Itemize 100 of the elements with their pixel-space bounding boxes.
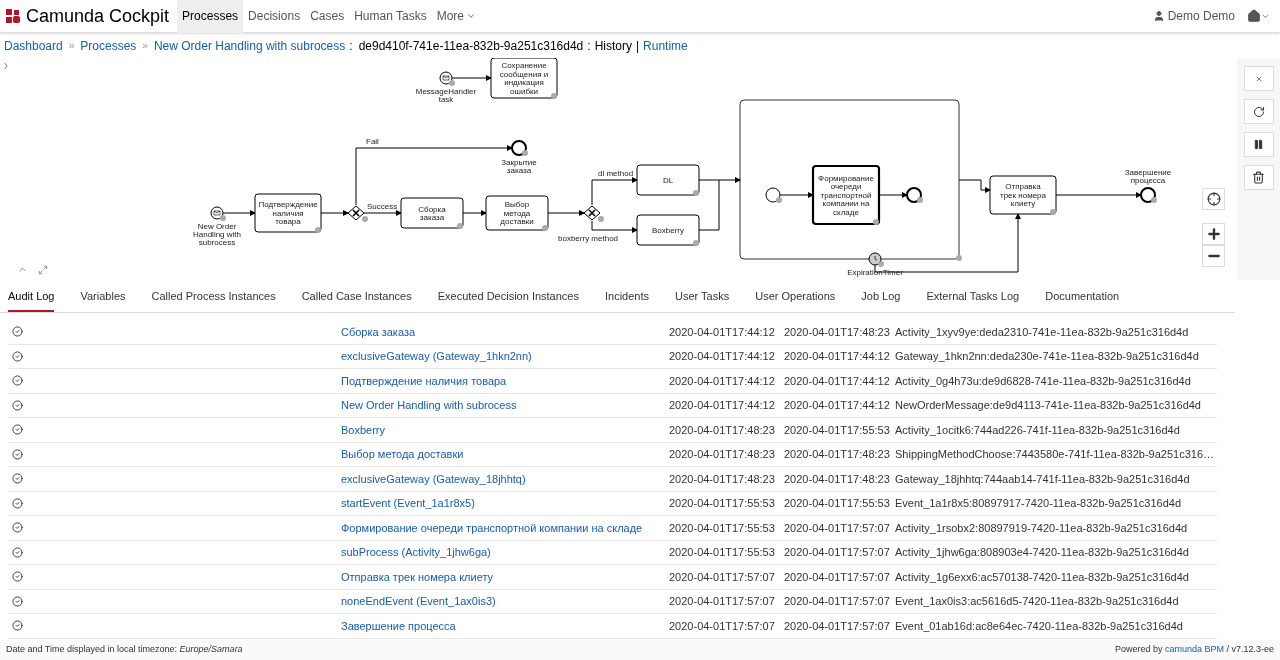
check-icon — [12, 522, 23, 534]
count-dot — [873, 219, 879, 225]
count-dot — [315, 227, 321, 233]
tab[interactable]: Called Process Instances — [151, 287, 276, 312]
sequence-flow — [462, 210, 487, 216]
gateway[interactable] — [583, 205, 601, 221]
task-node[interactable]: Формирование очереди транспортной компании на складе — [811, 164, 881, 226]
task-node[interactable]: Подтверждение наличия товара — [254, 193, 322, 233]
expand-icon[interactable] — [1, 61, 11, 71]
refresh-button[interactable] — [1243, 99, 1274, 124]
activity-link[interactable]: startEvent (Event_1a1r8x5) — [341, 495, 669, 512]
tab[interactable]: Documentation — [1045, 287, 1120, 312]
timer-event[interactable] — [868, 252, 882, 266]
activity-link[interactable]: Boxberry — [341, 421, 669, 438]
tab[interactable]: Incidents — [604, 287, 649, 312]
end-time: 2020-04-01T17:57:07 — [784, 594, 891, 609]
check-icon — [12, 350, 23, 362]
tab[interactable]: Variables — [80, 287, 126, 312]
breadcrumb-link[interactable]: Dashboard — [4, 36, 63, 55]
count-dot — [598, 216, 604, 222]
task-node[interactable]: DL — [636, 164, 700, 196]
gateway[interactable] — [347, 205, 365, 221]
check-icon — [12, 375, 23, 387]
crosshair-icon — [1206, 192, 1221, 206]
view-label: History — [594, 37, 632, 55]
task-node[interactable]: Сохранение сообщения и индикация ошибки — [490, 58, 558, 99]
zoom-out-button[interactable] — [1202, 245, 1225, 267]
tab[interactable]: Audit Log — [8, 287, 55, 312]
breadcrumb-separator: » — [141, 39, 149, 53]
app-brand[interactable]: Camunda Cockpit — [26, 2, 170, 30]
activity-link[interactable]: Завершение процесса — [341, 617, 669, 634]
activity-link[interactable]: Формирование очереди транспортной компании на складе — [341, 519, 669, 536]
activity-link[interactable]: noneEndEvent (Event_1ax0is3) — [341, 593, 669, 610]
sequence-flow — [878, 192, 908, 198]
start-time: 2020-04-01T17:57:07 — [669, 618, 776, 634]
tab[interactable]: Executed Decision Instances — [437, 287, 579, 312]
activity-link[interactable]: exclusiveGateway (Gateway_18jhhtq) — [341, 470, 669, 487]
activity-link[interactable]: Сборка заказа — [341, 323, 669, 340]
end-time: 2020-04-01T17:57:07 — [784, 618, 891, 634]
activity-link[interactable]: subProcess (Activity_1jhw6ga) — [341, 544, 669, 561]
caret-icon — [466, 11, 476, 21]
start-event — [765, 187, 781, 203]
check-icon — [12, 595, 23, 607]
check-icon — [12, 326, 23, 338]
breadcrumb-link[interactable]: Processes — [80, 36, 137, 55]
task-node[interactable]: Отправка трек номера клиету — [989, 175, 1057, 215]
camunda-link[interactable]: camunda BPM — [1164, 644, 1224, 655]
count-dot — [693, 240, 699, 246]
task-node[interactable]: Сборка заказа — [400, 197, 464, 229]
plus-icon — [1205, 226, 1222, 242]
start-time: 2020-04-01T17:48:23 — [669, 422, 776, 438]
tab[interactable]: External Tasks Log — [926, 287, 1020, 312]
activity-instance-id: Activity_0g4h73u:de9d6828-741e-11ea-832b-9a251c316d4d — [895, 373, 1191, 389]
home-menu[interactable] — [1247, 9, 1270, 23]
task-node[interactable]: Выбор метода доставки — [485, 195, 549, 231]
tab[interactable]: Job Log — [861, 287, 901, 312]
activity-instance-id: Activity_1ocitk6:744ad226-741f-11ea-832b-9a251c316d4d — [895, 422, 1180, 438]
activity-instance-id: NewOrderMessage:de9d4113-741e-11ea-832b-9a251c316d4d — [895, 398, 1201, 413]
zoom-in-button[interactable] — [1202, 223, 1225, 245]
start-time: 2020-04-01T17:55:53 — [669, 545, 776, 560]
check-icon — [12, 399, 23, 411]
end-time: 2020-04-01T17:55:53 — [784, 422, 891, 438]
end-time: 2020-04-01T17:57:07 — [784, 545, 891, 560]
start-time: 2020-04-01T17:44:12 — [669, 349, 776, 364]
count-dot — [551, 93, 557, 99]
activity-link[interactable]: Подтверждение наличия товара — [341, 372, 669, 389]
event-label: MessageHandler task — [415, 87, 477, 104]
end-time: 2020-04-01T17:44:12 — [784, 349, 891, 364]
start-time: 2020-04-01T17:48:23 — [669, 447, 776, 462]
nav-tab[interactable]: Decisions — [243, 0, 306, 33]
nav-tab[interactable]: Human Tasks — [349, 0, 432, 33]
runtime-link[interactable]: Runtime — [643, 36, 688, 55]
check-icon — [12, 546, 23, 558]
activity-link[interactable]: exclusiveGateway (Gateway_1hkn2nn) — [341, 348, 669, 365]
activity-instance-id: Event_01ab16d:ac8e64ec-7420-11ea-832b-9a251c316d4d — [895, 618, 1183, 634]
check-icon — [12, 424, 23, 436]
trash-icon — [1252, 171, 1265, 184]
more-menu[interactable]: More — [431, 0, 481, 33]
end-event[interactable] — [511, 140, 527, 156]
tab[interactable]: Called Case Instances — [301, 287, 412, 312]
nav-tab[interactable]: Processes — [177, 0, 244, 33]
tab[interactable]: User Tasks — [675, 287, 730, 312]
event-label: New Order Handling with subrocess — [193, 222, 241, 247]
activity-link[interactable]: Выбор метода доставки — [341, 446, 669, 463]
sequence-flow — [320, 210, 349, 216]
activity-link[interactable]: Отправка трек номера клиету — [341, 568, 669, 585]
delete-button[interactable] — [1243, 165, 1274, 190]
tab[interactable]: User Operations — [755, 287, 836, 312]
nav-tab[interactable]: Cases — [305, 0, 350, 33]
fullscreen-icon[interactable] — [38, 265, 48, 275]
activity-link[interactable]: New Order Handling with subrocess — [341, 397, 669, 414]
user-menu[interactable]: Demo Demo — [1152, 7, 1235, 25]
instance-id: de9d410f-741e-11ea-832b-9a251c316d4d — [358, 37, 584, 55]
reset-zoom-button[interactable] — [1202, 188, 1225, 210]
view-divider: | — [636, 37, 640, 55]
breadcrumb-link[interactable]: New Order Handling with subrocess — [153, 36, 346, 55]
task-node[interactable]: Boxberry — [636, 214, 700, 246]
end-event[interactable] — [1140, 187, 1156, 203]
start-time: 2020-04-01T17:55:53 — [669, 520, 776, 536]
pause-button[interactable] — [1243, 132, 1274, 157]
